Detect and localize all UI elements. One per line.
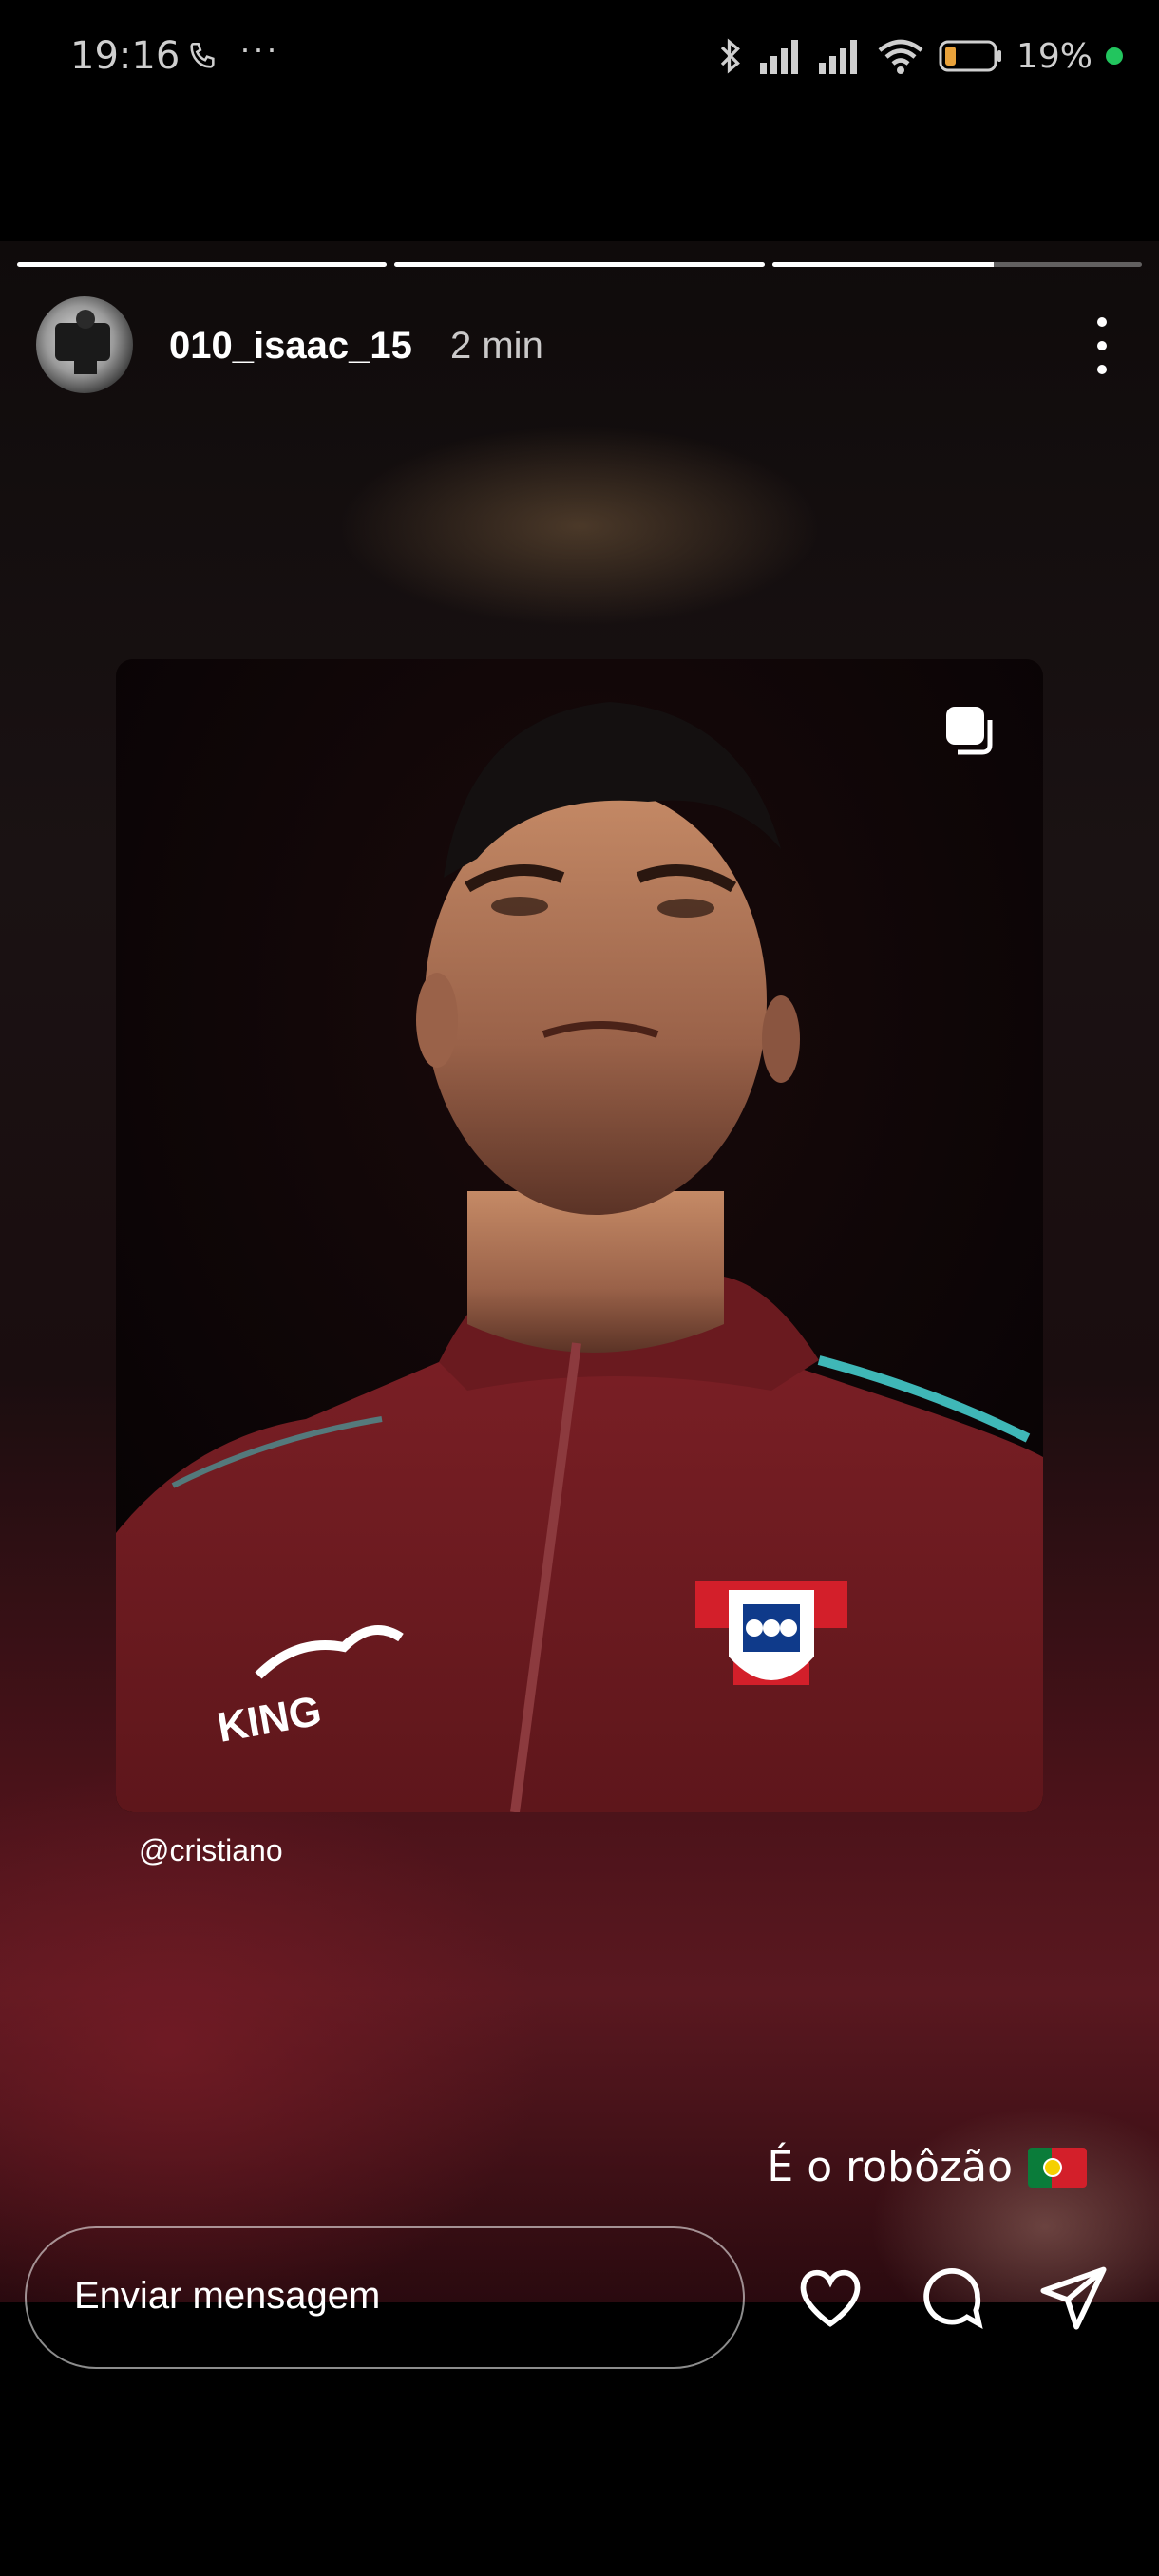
story-progress (17, 262, 1142, 268)
signal-icon (818, 40, 857, 74)
phone-icon (190, 42, 215, 68)
progress-segment (394, 262, 765, 267)
story-header: 010_isaac_15 2 min (36, 296, 1129, 395)
signal-icon (759, 40, 798, 74)
progress-segment (17, 262, 388, 267)
multiple-posts-icon (946, 707, 993, 755)
story-viewer[interactable]: 010_isaac_15 2 min KING @cristiano É o r… (0, 241, 1159, 2302)
message-input[interactable] (72, 2274, 684, 2319)
more-options-icon[interactable] (1094, 317, 1110, 374)
shared-post-card[interactable]: KING (116, 659, 1043, 1812)
status-bar: 19:16 ··· 19% (0, 0, 1159, 114)
battery-icon (939, 40, 1001, 72)
story-caption: É o robôzão (767, 2143, 1087, 2191)
mention-sticker[interactable]: @cristiano (139, 1833, 283, 1868)
comment-button[interactable] (914, 2259, 990, 2335)
bluetooth-icon (720, 38, 740, 74)
wifi-icon (878, 39, 923, 74)
progress-segment (771, 262, 1142, 267)
caption-text: É o robôzão (767, 2143, 1013, 2191)
share-button[interactable] (1036, 2259, 1112, 2335)
send-icon (1040, 2266, 1107, 2330)
story-username[interactable]: 010_isaac_15 (169, 325, 412, 368)
status-icons: 19% (716, 34, 1123, 78)
avatar[interactable] (36, 296, 133, 393)
post-image: KING (116, 659, 1043, 1812)
message-input-container[interactable] (25, 2226, 745, 2369)
like-button[interactable] (792, 2259, 868, 2335)
battery-percent: 19% (1016, 36, 1092, 76)
status-time: 19:16 (70, 34, 180, 78)
heart-icon (800, 2269, 861, 2327)
more-dots-icon: ··· (239, 28, 279, 67)
comment-icon (923, 2268, 983, 2330)
privacy-indicator-dot (1106, 47, 1123, 65)
story-time: 2 min (450, 325, 543, 367)
portugal-flag-icon (1028, 2147, 1087, 2188)
